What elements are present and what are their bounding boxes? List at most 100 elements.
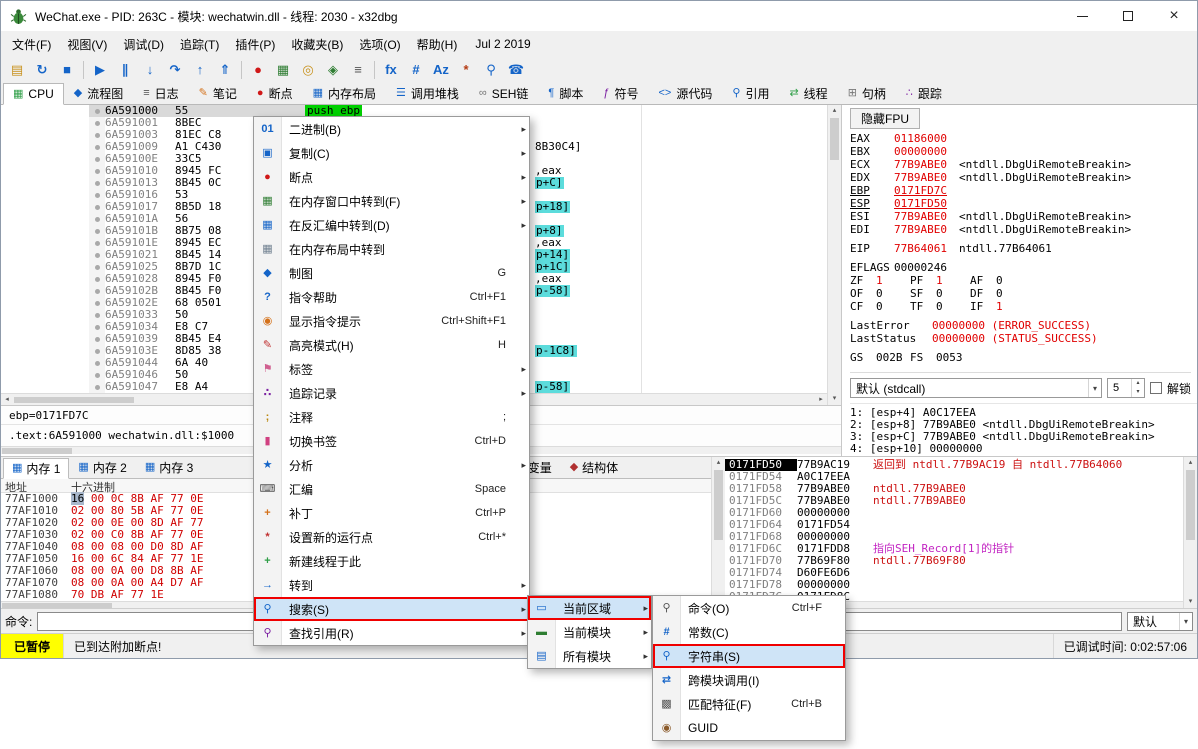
tab-references[interactable]: ⚲引用 — [722, 82, 779, 104]
breakpoint-dot[interactable] — [89, 345, 105, 357]
tab-symbols[interactable]: ƒ符号 — [593, 82, 648, 104]
arg-count-spinner[interactable]: 5 ▴▾ — [1107, 378, 1145, 398]
scroll-left-arrow-icon[interactable]: ◂ — [1, 396, 13, 403]
breakpoint-dot[interactable] — [89, 177, 105, 189]
breakpoint-dot[interactable] — [89, 249, 105, 261]
tab-struct[interactable]: ◆结构体 — [561, 457, 627, 478]
restart-button[interactable]: ↻ — [30, 59, 54, 81]
hide-fpu-button[interactable]: 隐藏FPU — [850, 108, 920, 129]
scrollbar-thumb[interactable] — [14, 397, 134, 403]
menu-find-references[interactable]: ⚲查找引用(R)▸ — [254, 621, 529, 645]
tab-trace[interactable]: ∴跟踪 — [896, 82, 952, 104]
unlock-checkbox[interactable] — [1150, 382, 1162, 394]
tab-dump-1[interactable]: ▦内存 1 — [3, 458, 69, 479]
spinner-arrows-icon[interactable]: ▴▾ — [1131, 379, 1144, 397]
stop-button[interactable]: ■ — [55, 59, 79, 81]
stack-row[interactable]: 0171FD7077B69F80ntdll.77B69F80 — [725, 555, 1183, 567]
breakpoint-dot[interactable] — [89, 333, 105, 345]
menu-analysis[interactable]: ★分析▸ — [254, 453, 529, 477]
stack-vscrollbar[interactable]: ▴ ▾ — [1183, 457, 1197, 608]
menu-search-guid[interactable]: ◉GUID — [653, 716, 845, 740]
step-into-button[interactable]: ↓ — [138, 59, 162, 81]
help-button[interactable]: ☎ — [504, 59, 528, 81]
tab-notes[interactable]: ✎笔记 — [189, 82, 247, 104]
menu-goto[interactable]: →转到▸ — [254, 573, 529, 597]
breakpoint-dot[interactable] — [89, 261, 105, 273]
breakpoint-dot[interactable] — [89, 105, 105, 117]
close-button[interactable]: × — [1151, 1, 1197, 31]
register-line[interactable]: LastError00000000 (ERROR_SUCCESS) — [850, 319, 1197, 332]
tab-script[interactable]: ¶脚本 — [538, 82, 593, 104]
scroll-up-arrow-icon[interactable]: ▴ — [1184, 457, 1197, 469]
breakpoint-dot[interactable] — [89, 201, 105, 213]
menubar-item-trace[interactable]: 追踪(T) — [172, 32, 227, 57]
menu-graph[interactable]: ◆制图G — [254, 261, 529, 285]
minimize-button[interactable] — [1059, 1, 1105, 31]
menu-follow-in-disasm[interactable]: ▦在反汇编中转到(D)▸ — [254, 213, 529, 237]
scrollbar-thumb[interactable] — [714, 470, 723, 540]
stack-row[interactable]: 0171FD7800000000 — [725, 579, 1183, 591]
breakpoint-dot[interactable] — [89, 189, 105, 201]
register-line[interactable]: EFLAGS00000246 — [850, 261, 1197, 274]
maximize-button[interactable] — [1105, 1, 1151, 31]
breakpoint-dot[interactable] — [89, 285, 105, 297]
breakpoint-dot[interactable] — [89, 309, 105, 321]
register-line[interactable]: ZF1PF1AF0 — [850, 274, 1197, 287]
favourites-button[interactable]: ◎ — [296, 59, 320, 81]
constants-button[interactable]: # — [404, 59, 428, 81]
open-file-button[interactable]: ▤ — [5, 59, 29, 81]
tab-graph[interactable]: ◆流程图 — [64, 82, 133, 104]
menu-breakpoint[interactable]: ●断点▸ — [254, 165, 529, 189]
tab-memory-map[interactable]: ▦内存布局 — [303, 82, 386, 104]
seh-chain-button[interactable]: ◈ — [321, 59, 345, 81]
scroll-up-arrow-icon[interactable]: ▴ — [828, 105, 841, 117]
menu-new-thread-here[interactable]: +新建线程于此 — [254, 549, 529, 573]
tab-source[interactable]: <>源代码 — [649, 82, 723, 104]
breakpoint-dot[interactable] — [89, 141, 105, 153]
register-line[interactable]: EIP77B64061ntdll.77B64061 — [850, 242, 1197, 255]
breakpoint-dot[interactable] — [89, 165, 105, 177]
stack-row[interactable]: 0171FD5C77B9ABE0ntdll.77B9ABE0 — [725, 495, 1183, 507]
menu-copy[interactable]: ▣复制(C)▸ — [254, 141, 529, 165]
scrollbar-thumb[interactable] — [830, 118, 839, 160]
scroll-up-arrow-icon[interactable]: ▴ — [712, 457, 725, 469]
breakpoint-dot[interactable] — [89, 321, 105, 333]
scroll-down-arrow-icon[interactable]: ▾ — [1184, 596, 1197, 608]
tab-threads[interactable]: ⇄线程 — [779, 82, 837, 104]
breakpoint-dot[interactable] — [89, 381, 105, 393]
dump-vscrollbar[interactable]: ▴ ▾ — [711, 457, 725, 608]
menubar-item-file[interactable]: 文件(F) — [4, 32, 59, 57]
strings-button[interactable]: Az — [429, 59, 453, 81]
menubar-item-debug[interactable]: 调试(D) — [115, 32, 172, 57]
register-line[interactable]: EAX01186000 — [850, 132, 1197, 145]
breakpoint-dot[interactable] — [89, 213, 105, 225]
pause-button[interactable]: ∥ — [113, 59, 137, 81]
menu-show-mnemonic-brief[interactable]: ◉显示指令提示Ctrl+Shift+F1 — [254, 309, 529, 333]
symbols-button[interactable]: fx — [379, 59, 403, 81]
tab-log[interactable]: ≡日志 — [133, 82, 188, 104]
menubar-item-help[interactable]: 帮助(H) — [409, 32, 466, 57]
menu-search-constant[interactable]: #常数(C) — [653, 620, 845, 644]
scroll-down-arrow-icon[interactable]: ▾ — [828, 393, 841, 405]
step-over-button[interactable]: ↷ — [163, 59, 187, 81]
register-line[interactable]: CF0TF0IF1 — [850, 300, 1197, 313]
menu-highlighting-mode[interactable]: ✎高亮模式(H)H — [254, 333, 529, 357]
menu-search-current-module[interactable]: ▬当前模块▸ — [528, 620, 651, 644]
register-line[interactable]: ECX77B9ABE0<ntdll.DbgUiRemoteBreakin> — [850, 158, 1197, 171]
menu-search[interactable]: ⚲搜索(S)▸ — [254, 597, 529, 621]
command-preset-select[interactable]: 默认 ▾ — [1127, 612, 1193, 631]
breakpoint-dot[interactable] — [89, 237, 105, 249]
menubar-item-options[interactable]: 选项(O) — [351, 32, 408, 57]
menu-instruction-help[interactable]: ?指令帮助Ctrl+F1 — [254, 285, 529, 309]
breakpoint-dot[interactable] — [89, 153, 105, 165]
menu-search-pattern[interactable]: ▩匹配特征(F)Ctrl+B — [653, 692, 845, 716]
breakpoints-button[interactable]: ● — [246, 59, 270, 81]
menu-binary[interactable]: 01二进制(B)▸ — [254, 117, 529, 141]
step-out-button[interactable]: ↑ — [188, 59, 212, 81]
scrollbar-thumb[interactable] — [1186, 470, 1195, 540]
menu-search-intermodular-calls[interactable]: ⇄跨模块调用(I) — [653, 668, 845, 692]
stack-row[interactable]: 0171FD5077B9AC19返回到 ntdll.77B9AC19 自 ntd… — [725, 459, 1183, 471]
breakpoint-dot[interactable] — [89, 369, 105, 381]
menubar-item-plugins[interactable]: 插件(P) — [227, 32, 283, 57]
register-line[interactable]: LastStatus00000000 (STATUS_SUCCESS) — [850, 332, 1197, 345]
